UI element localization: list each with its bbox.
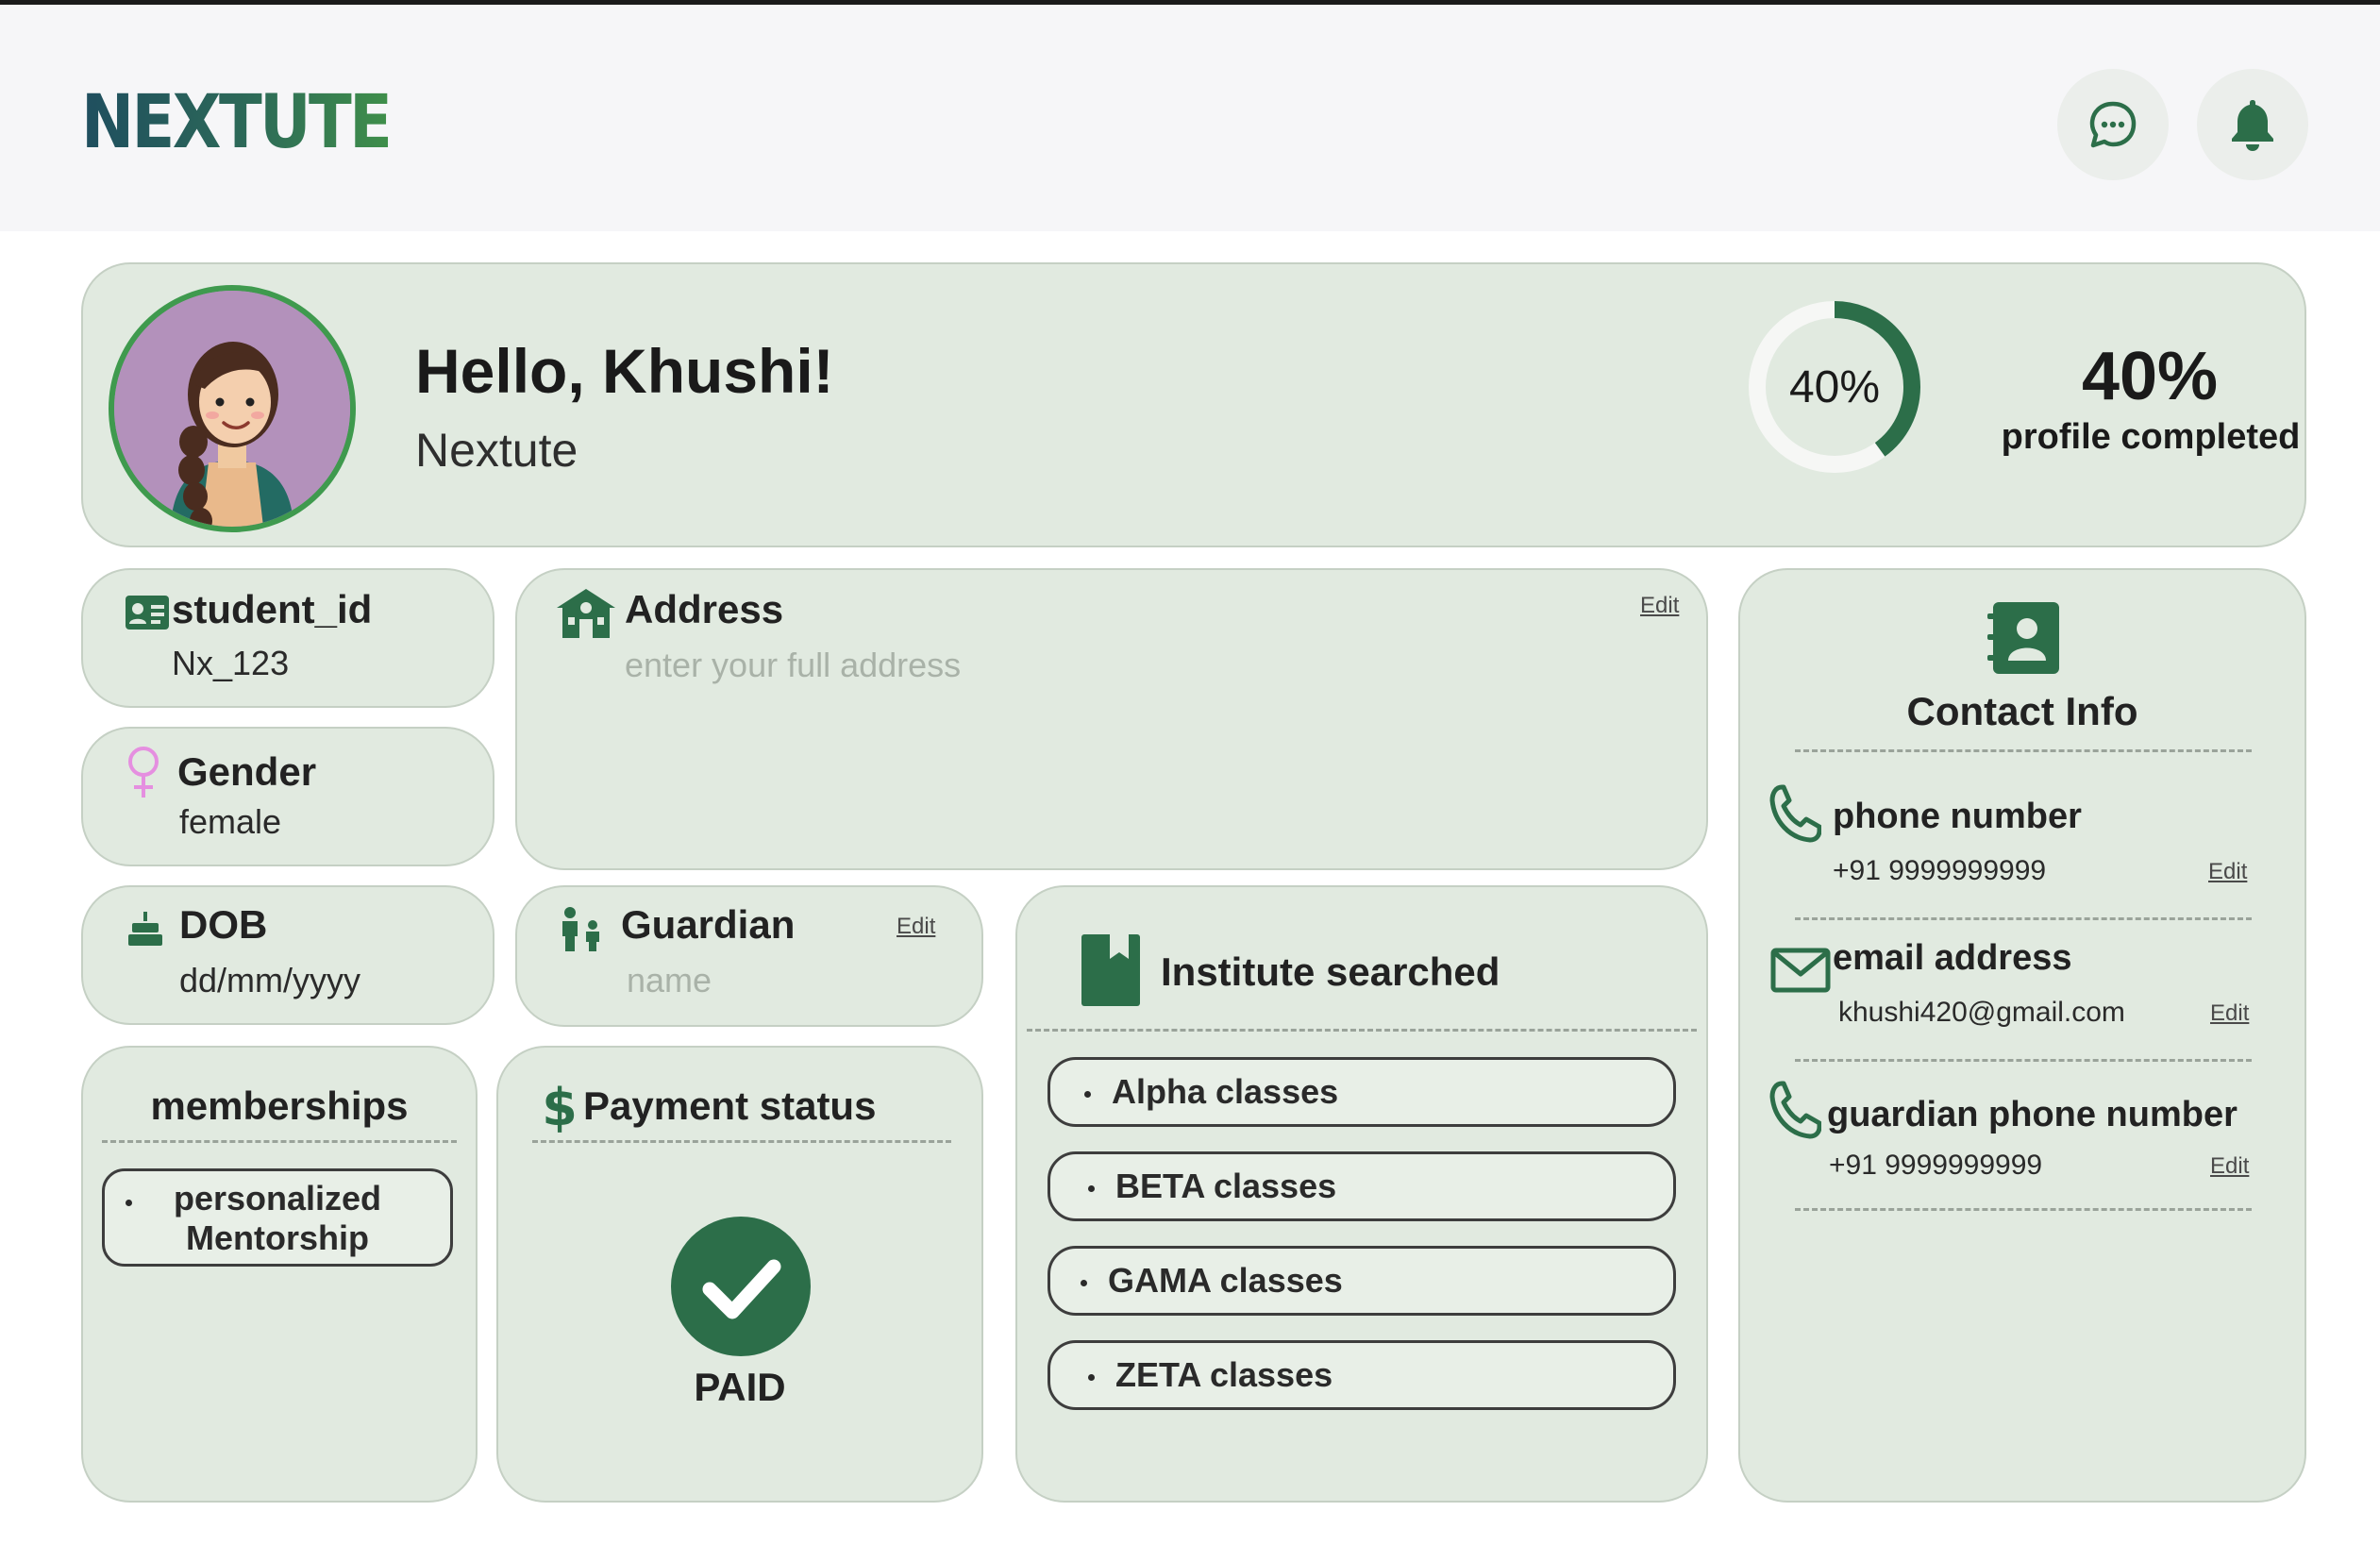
avatar-illustration <box>114 291 350 527</box>
student-id-label: student_id <box>172 587 373 631</box>
institutes-divider <box>1027 1029 1697 1032</box>
institute-item-label: GAMA classes <box>1108 1261 1343 1300</box>
bookmark-book-icon <box>1081 934 1140 1006</box>
chat-bubble-icon <box>2089 101 2137 148</box>
profile-completion-percent: 40% <box>2081 339 2219 414</box>
gender-value: female <box>179 802 282 841</box>
contact-divider-1 <box>1795 749 2252 752</box>
gender-card[interactable]: Gender female <box>81 727 494 866</box>
dollar-icon: $ <box>544 1080 576 1133</box>
memberships-title: memberships <box>150 1083 409 1128</box>
bullet-dot <box>1081 1279 1087 1286</box>
email-edit-link[interactable]: Edit <box>2210 1000 2249 1027</box>
guardian-phone-label: guardian phone number <box>1827 1095 2238 1134</box>
payment-status-card: $ Payment status PAID <box>496 1046 983 1503</box>
payment-status-value: PAID <box>694 1365 786 1409</box>
student-id-value: Nx_123 <box>172 644 290 682</box>
notifications-button[interactable] <box>2197 69 2308 180</box>
guardian-name-input[interactable]: name <box>627 961 712 1000</box>
memberships-divider <box>102 1140 457 1143</box>
contact-info-title: Contact Info <box>1906 689 2138 733</box>
payment-divider <box>532 1140 951 1143</box>
membership-item-label: personalized Mentorship <box>173 1179 382 1257</box>
parent-child-icon <box>562 907 599 951</box>
profile-summary-card: Hello, Khushi! Nextute 40% 40% profile c… <box>81 262 2306 547</box>
phone-value: +91 9999999999 <box>1833 855 2047 886</box>
guardian-phone-value: +91 9999999999 <box>1829 1150 2043 1181</box>
school-building-icon <box>557 589 615 638</box>
guardian-phone-edit-link[interactable]: Edit <box>2210 1153 2249 1180</box>
institute-item-label: ZETA classes <box>1115 1355 1333 1394</box>
institute-item-gama[interactable]: GAMA classes <box>1048 1246 1676 1316</box>
guardian-label: Guardian <box>621 902 796 947</box>
address-edit-link[interactable]: Edit <box>1640 593 1679 619</box>
contact-divider-3 <box>1795 1059 2252 1062</box>
institutes-title: Institute searched <box>1161 949 1500 994</box>
address-card: Address enter your full address Edit <box>515 568 1708 870</box>
membership-item[interactable]: personalized Mentorship <box>102 1168 453 1267</box>
institute-item-label: BETA classes <box>1115 1167 1337 1205</box>
bullet-dot <box>1084 1090 1091 1098</box>
profile-progress-ring: 40% <box>1740 293 1929 481</box>
paid-check-icon <box>671 1217 811 1356</box>
bell-icon <box>2232 100 2273 151</box>
birthday-cake-icon <box>128 912 162 946</box>
progress-ring-label: 40% <box>1788 361 1881 412</box>
phone-icon <box>1769 784 1821 843</box>
dob-label: DOB <box>179 902 268 947</box>
top-header: NEXTUTE <box>0 5 2380 231</box>
guardian-phone-icon <box>1769 1081 1821 1139</box>
email-value: khushi420@gmail.com <box>1838 997 2125 1028</box>
memberships-card: memberships personalized Mentorship <box>81 1046 478 1503</box>
institute-item-label: Alpha classes <box>1112 1072 1339 1111</box>
address-label: Address <box>625 587 784 631</box>
dob-card[interactable]: DOB dd/mm/yyyy <box>81 885 494 1025</box>
organization-name: Nextute <box>415 424 578 477</box>
svg-text:$: $ <box>544 1080 576 1133</box>
dob-value: dd/mm/yyyy <box>179 961 361 999</box>
guardian-edit-link[interactable]: Edit <box>897 914 935 940</box>
student-id-card[interactable]: student_id Nx_123 <box>81 568 494 708</box>
bullet-dot <box>1088 1373 1095 1381</box>
bullet-dot <box>1088 1184 1095 1192</box>
avatar[interactable] <box>109 285 356 532</box>
contact-divider-4 <box>1795 1208 2252 1211</box>
id-card-icon <box>126 596 169 630</box>
contact-info-card: Contact Info phone number +91 9999999999… <box>1738 568 2306 1503</box>
greeting-heading: Hello, Khushi! <box>415 336 834 406</box>
mail-icon <box>1770 948 1831 993</box>
profile-completion-caption: profile completed <box>2001 417 2301 457</box>
gender-label: Gender <box>177 749 317 794</box>
institute-item-alpha[interactable]: Alpha classes <box>1048 1057 1676 1127</box>
female-symbol-icon <box>128 747 159 798</box>
bullet-dot <box>126 1200 132 1206</box>
phone-label: phone number <box>1833 797 2082 836</box>
guardian-card: Guardian name Edit <box>515 885 983 1027</box>
phone-edit-link[interactable]: Edit <box>2208 859 2247 885</box>
institute-item-zeta[interactable]: ZETA classes <box>1048 1340 1676 1410</box>
contact-book-icon <box>1987 602 2059 674</box>
email-label: email address <box>1833 938 2072 978</box>
payment-status-title: Payment status <box>583 1083 877 1128</box>
institute-item-beta[interactable]: BETA classes <box>1048 1151 1676 1221</box>
address-input[interactable]: enter your full address <box>625 646 961 685</box>
chat-button[interactable] <box>2057 69 2169 180</box>
contact-divider-2 <box>1795 917 2252 920</box>
nextute-logo[interactable]: NEXTUTE <box>81 80 393 165</box>
institutes-card: Institute searched Alpha classes BETA cl… <box>1015 885 1708 1503</box>
